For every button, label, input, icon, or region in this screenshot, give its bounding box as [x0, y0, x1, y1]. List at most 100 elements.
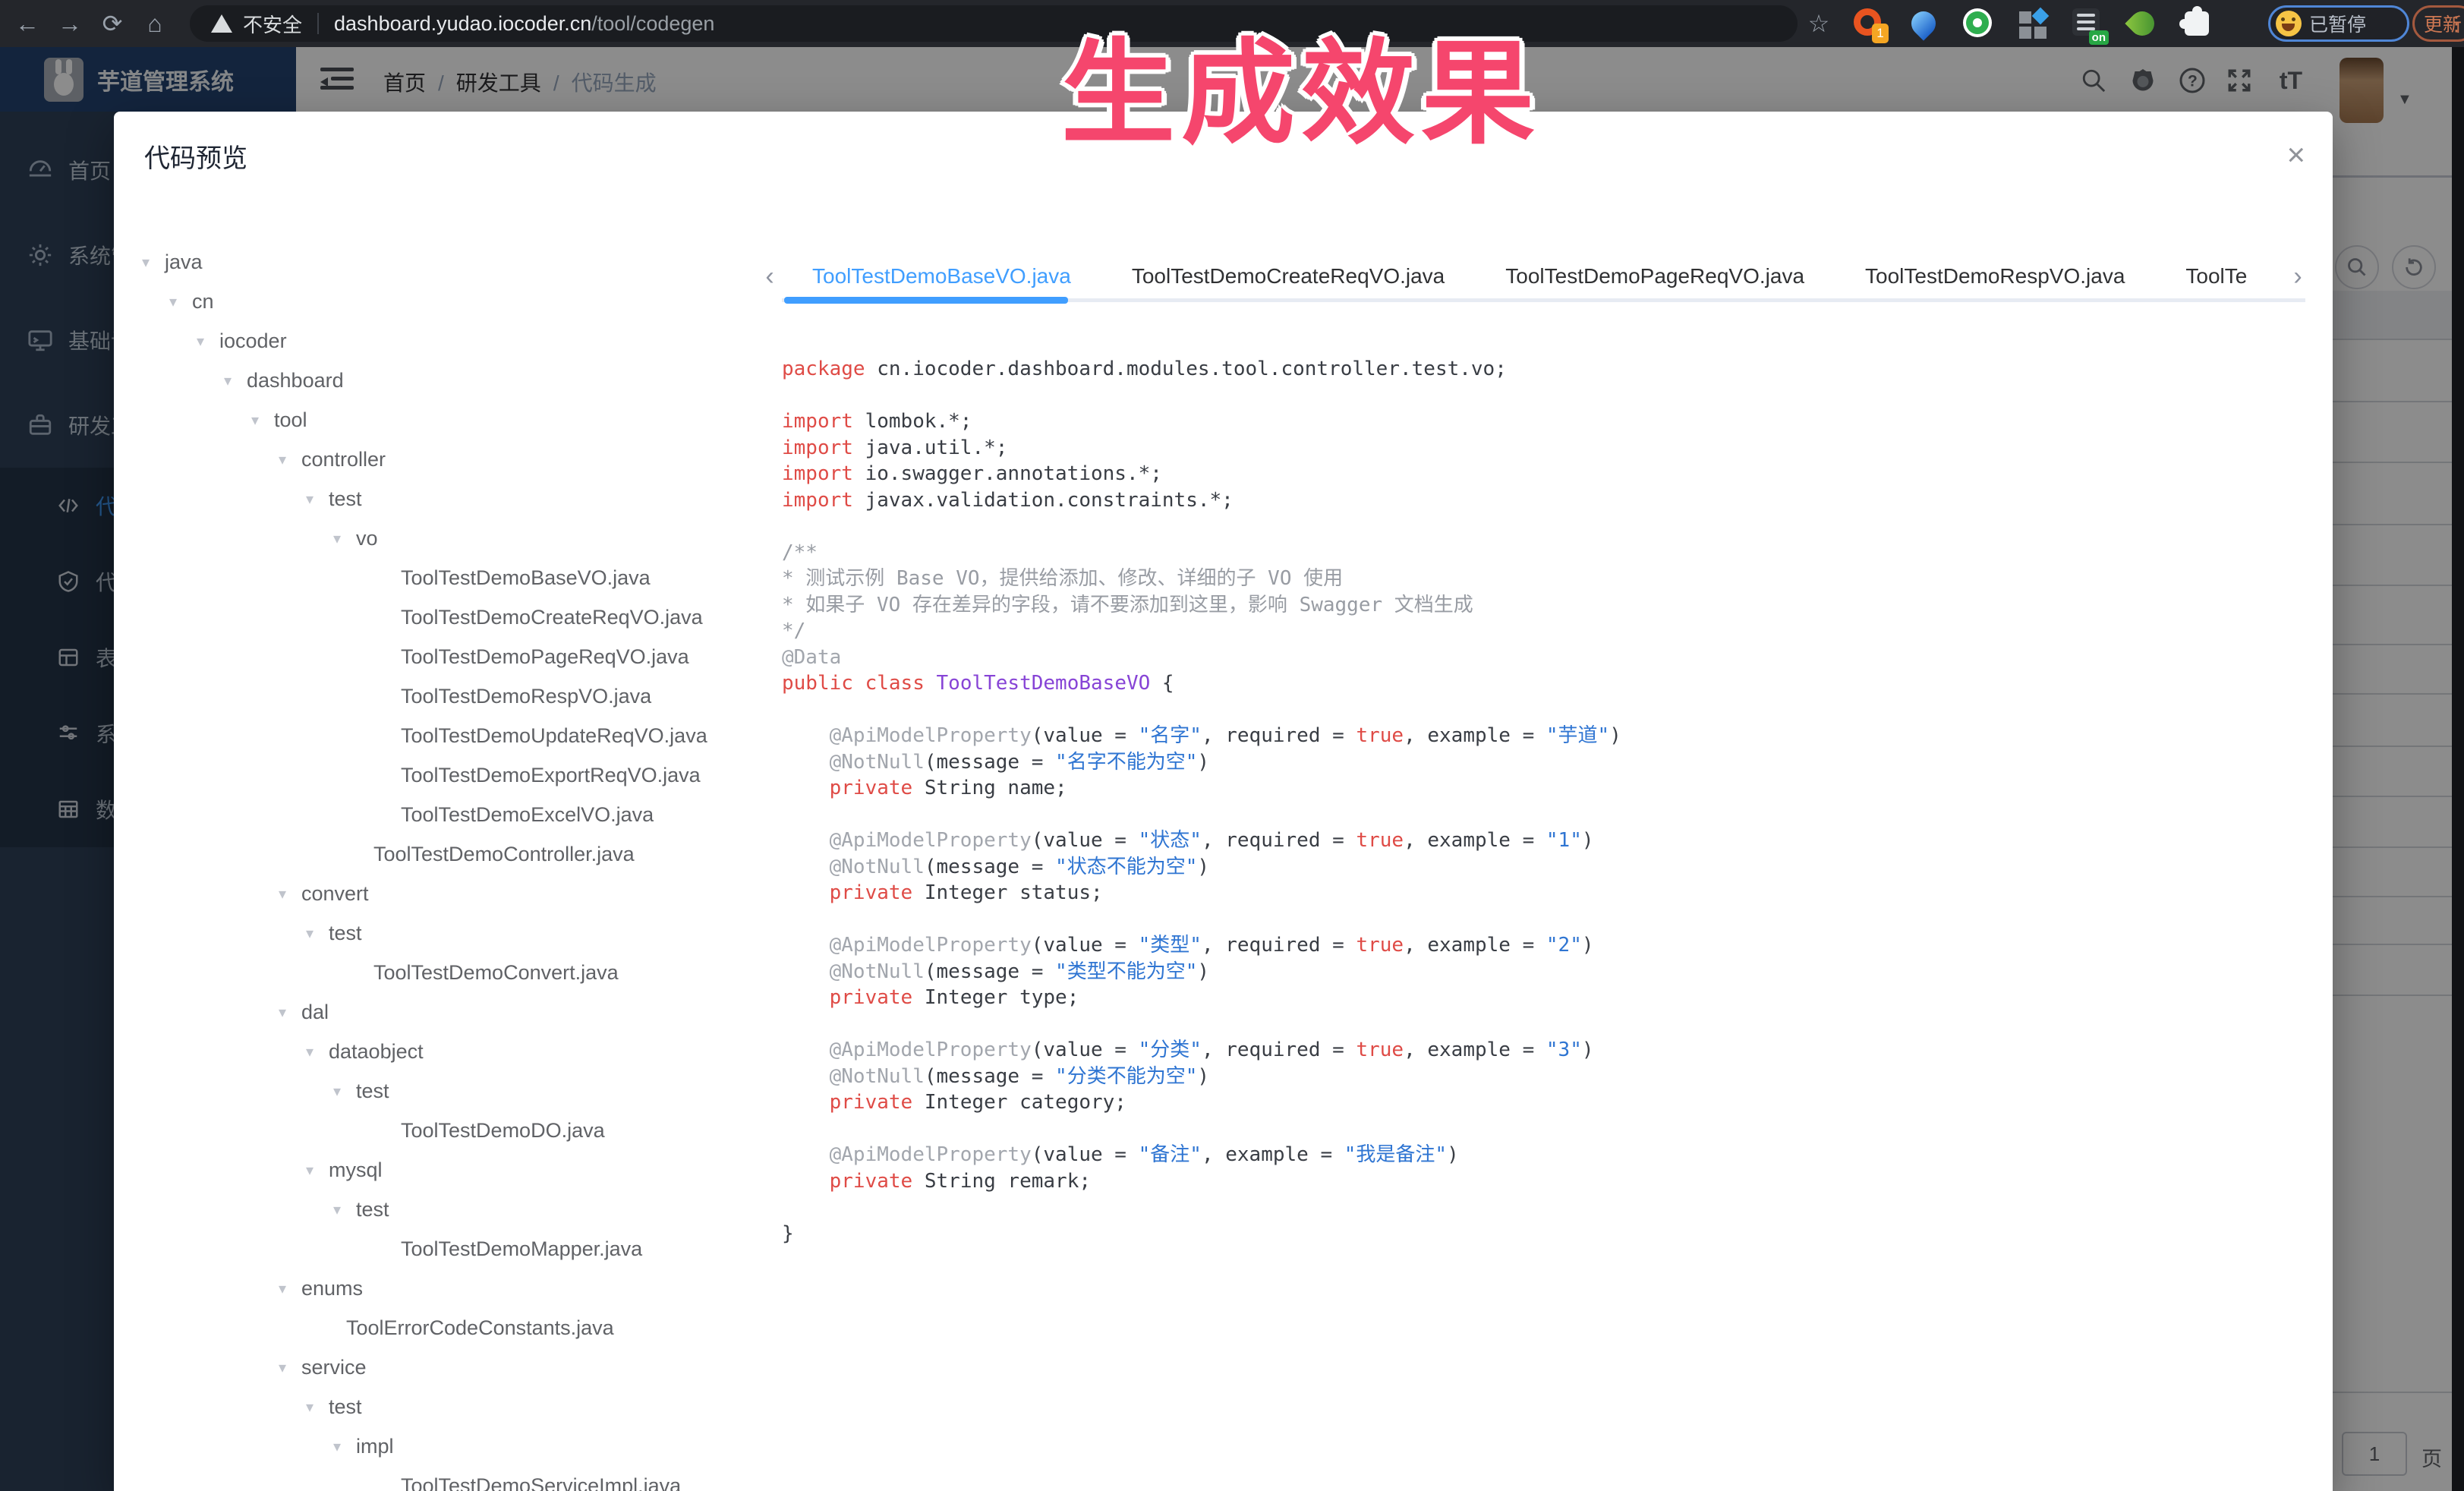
- code-line: @Data: [782, 645, 2321, 671]
- code-line: /**: [782, 540, 2321, 566]
- caret-down-icon[interactable]: ▾: [329, 1082, 356, 1101]
- tree-file-node[interactable]: ToolErrorCodeConstants.java: [114, 1308, 774, 1348]
- extension-list-icon[interactable]: on: [2072, 8, 2103, 39]
- caret-down-icon[interactable]: ▾: [329, 1200, 356, 1219]
- tree-file-node[interactable]: ToolTestDemoMapper.java: [114, 1229, 774, 1269]
- caret-down-icon[interactable]: ▾: [301, 1161, 329, 1180]
- caret-down-icon[interactable]: ▾: [274, 1279, 301, 1298]
- tree-folder-node[interactable]: ▾service: [114, 1348, 774, 1387]
- code-line: [782, 1116, 2321, 1143]
- tree-folder-node[interactable]: ▾mysql: [114, 1150, 774, 1190]
- caret-down-icon[interactable]: ▾: [247, 411, 274, 430]
- extension-pin-icon[interactable]: [1908, 8, 1939, 39]
- forward-button[interactable]: →: [50, 0, 90, 47]
- file-tab-3[interactable]: ToolTestDemoRespVO.java: [1835, 253, 2155, 300]
- caret-down-icon[interactable]: ▾: [301, 924, 329, 943]
- tree-folder-node[interactable]: ▾cn: [114, 282, 774, 321]
- code-line: [782, 1011, 2321, 1038]
- file-tab-4[interactable]: ToolTe: [2155, 253, 2277, 300]
- tree-file-node[interactable]: ToolTestDemoController.java: [114, 834, 774, 874]
- code-line: private String remark;: [782, 1168, 2321, 1195]
- caret-down-icon[interactable]: ▾: [274, 884, 301, 903]
- tree-file-node[interactable]: ToolTestDemoCreateReqVO.java: [114, 597, 774, 637]
- tree-file-node[interactable]: ToolTestDemoRespVO.java: [114, 676, 774, 716]
- tree-folder-node[interactable]: ▾iocoder: [114, 321, 774, 361]
- code-line: private Integer category;: [782, 1089, 2321, 1116]
- browser-menu-icon[interactable]: ⋮: [2447, 12, 2464, 36]
- code-line: public class ToolTestDemoBaseVO {: [782, 670, 2321, 697]
- code-line: @ApiModelProperty(value = "名字", required…: [782, 723, 2321, 749]
- code-line: * 如果子 VO 存在差异的字段，请不要添加到这里，影响 Swagger 文档生…: [782, 592, 2321, 619]
- tree-file-node[interactable]: ToolTestDemoBaseVO.java: [114, 558, 774, 597]
- dialog-title: 代码预览: [144, 137, 247, 175]
- caret-down-icon[interactable]: ▾: [301, 1042, 329, 1061]
- tree-folder-node[interactable]: ▾convert: [114, 874, 774, 913]
- tree-folder-node[interactable]: ▾test: [114, 913, 774, 953]
- extension-leaf-icon[interactable]: [2127, 8, 2157, 39]
- tree-folder-node[interactable]: ▾impl: [114, 1426, 774, 1466]
- close-icon[interactable]: ×: [2286, 139, 2305, 171]
- tree-file-node[interactable]: ToolTestDemoServiceImpl.java: [114, 1466, 774, 1491]
- code-line: * 测试示例 Base VO，提供给添加、修改、详细的子 VO 使用: [782, 566, 2321, 592]
- code-line: [782, 1194, 2321, 1221]
- home-button[interactable]: ⌂: [135, 0, 175, 47]
- tabs-scroll-right-icon[interactable]: ›: [2286, 262, 2310, 292]
- code-line: private Integer status;: [782, 880, 2321, 906]
- caret-down-icon[interactable]: ▾: [329, 529, 356, 548]
- file-tab-2[interactable]: ToolTestDemoPageReqVO.java: [1475, 253, 1835, 300]
- tree-folder-node[interactable]: ▾vo: [114, 519, 774, 558]
- tree-file-node[interactable]: ToolTestDemoExcelVO.java: [114, 795, 774, 834]
- tree-file-node[interactable]: ToolTestDemoExportReqVO.java: [114, 755, 774, 795]
- tree-folder-node[interactable]: ▾dataobject: [114, 1032, 774, 1071]
- file-tab-0[interactable]: ToolTestDemoBaseVO.java: [782, 253, 1101, 300]
- caret-down-icon[interactable]: ▾: [274, 1003, 301, 1022]
- caret-down-icon[interactable]: ▾: [274, 450, 301, 469]
- tree-folder-node[interactable]: ▾test: [114, 1071, 774, 1111]
- file-tab-1[interactable]: ToolTestDemoCreateReqVO.java: [1101, 253, 1475, 300]
- reload-button[interactable]: ⟳: [93, 0, 132, 47]
- address-bar[interactable]: 不安全 dashboard.yudao.iocoder.cn /tool/cod…: [190, 5, 1798, 42]
- annotation-text: 生成效果: [1061, 2, 1541, 166]
- tree-folder-node[interactable]: ▾dal: [114, 992, 774, 1032]
- extension-green-icon[interactable]: [1963, 8, 1993, 39]
- caret-down-icon[interactable]: ▾: [329, 1437, 356, 1456]
- back-button[interactable]: ←: [8, 0, 47, 47]
- code-line: [782, 697, 2321, 723]
- code-line: [782, 383, 2321, 409]
- url-path: /tool/codegen: [591, 12, 714, 36]
- tree-folder-node[interactable]: ▾enums: [114, 1269, 774, 1308]
- tree-folder-node[interactable]: ▾test: [114, 1387, 774, 1426]
- tree-folder-node[interactable]: ▾test: [114, 1190, 774, 1229]
- caret-down-icon[interactable]: ▾: [274, 1358, 301, 1377]
- tabs-scroll-left-icon[interactable]: ‹: [758, 262, 782, 292]
- bookmark-star-icon[interactable]: ☆: [1802, 0, 1835, 47]
- caret-down-icon[interactable]: ▾: [192, 332, 219, 351]
- file-tabs: ToolTestDemoBaseVO.javaToolTestDemoCreat…: [782, 253, 2286, 300]
- tree-folder-node[interactable]: ▾test: [114, 479, 774, 519]
- security-label[interactable]: 不安全: [243, 10, 302, 38]
- tree-file-node[interactable]: ToolTestDemoDO.java: [114, 1111, 774, 1150]
- profile-paused-button[interactable]: 已暂停: [2268, 5, 2409, 42]
- extension-puzzle-icon[interactable]: [2182, 8, 2212, 39]
- tree-file-node[interactable]: ToolTestDemoConvert.java: [114, 953, 774, 992]
- tree-folder-node[interactable]: ▾dashboard: [114, 361, 774, 400]
- extension-diamond-icon[interactable]: [2018, 8, 2048, 39]
- tree-file-node[interactable]: ToolTestDemoUpdateReqVO.java: [114, 716, 774, 755]
- tree-folder-node[interactable]: ▾tool: [114, 400, 774, 440]
- code-line: @NotNull(message = "类型不能为空"): [782, 959, 2321, 985]
- caret-down-icon[interactable]: ▾: [137, 253, 165, 272]
- caret-down-icon[interactable]: ▾: [165, 292, 192, 311]
- caret-down-icon[interactable]: ▾: [301, 490, 329, 509]
- tree-folder-node[interactable]: ▾java: [114, 242, 774, 282]
- caret-down-icon[interactable]: ▾: [301, 1398, 329, 1417]
- code-viewer[interactable]: package cn.iocoder.dashboard.modules.too…: [782, 348, 2321, 1491]
- browser-scrollbar[interactable]: [2452, 47, 2464, 1491]
- code-line: [782, 802, 2321, 828]
- tree-file-node[interactable]: ToolTestDemoPageReqVO.java: [114, 637, 774, 676]
- tree-folder-node[interactable]: ▾controller: [114, 440, 774, 479]
- caret-down-icon[interactable]: ▾: [219, 371, 247, 390]
- tab-active-indicator: [784, 297, 1068, 304]
- url-domain: dashboard.yudao.iocoder.cn: [334, 12, 591, 36]
- browser-update-button[interactable]: 更新 ⋮: [2412, 5, 2464, 42]
- extension-ubuntu-icon[interactable]: 1: [1854, 8, 1884, 39]
